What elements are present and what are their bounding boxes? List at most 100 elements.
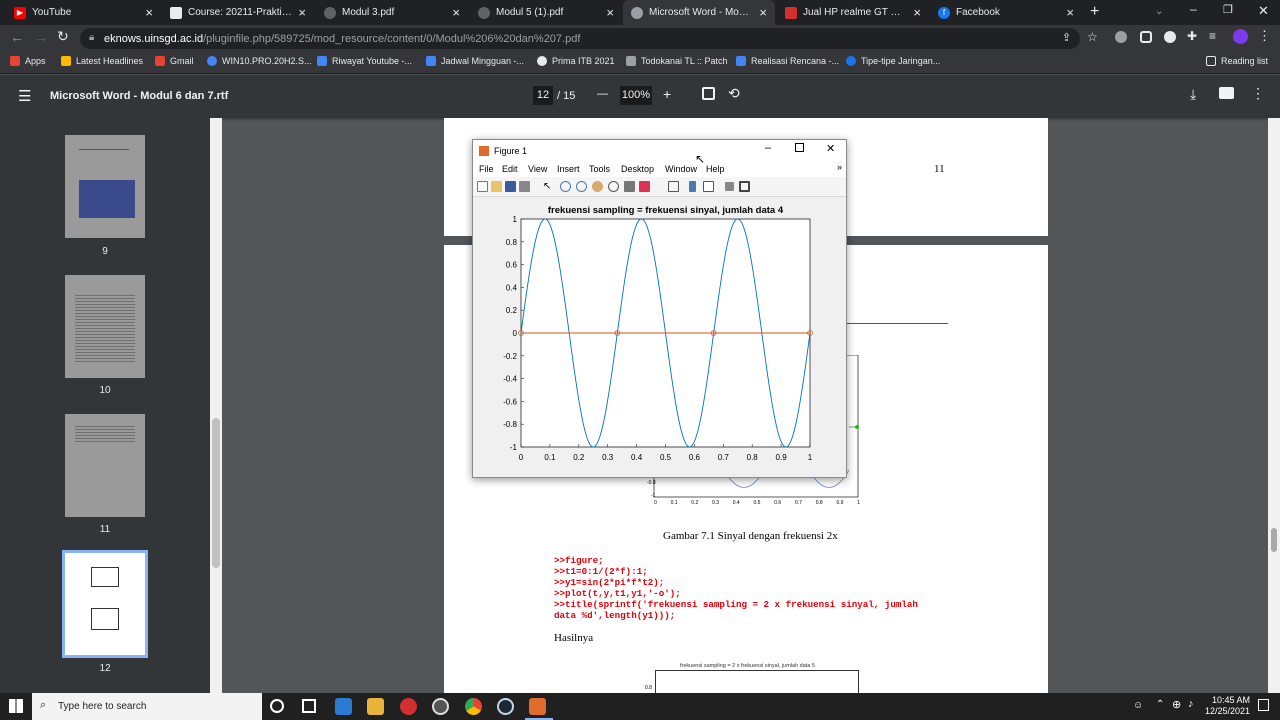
reload-icon[interactable]: ↻	[57, 28, 69, 45]
tab-modul5[interactable]: Modul 5 (1).pdf ×	[470, 0, 622, 25]
print-icon[interactable]	[1219, 87, 1234, 99]
bookmark-riwayat[interactable]: Riwayat Youtube -...	[317, 56, 412, 66]
close-window-icon[interactable]: ✕	[1258, 3, 1269, 19]
tab-facebook[interactable]: f Facebook ×	[930, 0, 1082, 25]
volume-icon[interactable]: ♪	[1188, 698, 1194, 710]
page-number-input[interactable]: 12	[533, 86, 553, 105]
sidebar-menu-icon[interactable]: ☰	[18, 87, 31, 105]
tab-youtube[interactable]: ▶ YouTube ×	[6, 0, 161, 25]
menu-file[interactable]: File	[479, 164, 494, 174]
close-tab-icon[interactable]: ×	[298, 5, 306, 20]
windows-start-icon[interactable]	[9, 699, 23, 713]
app-icon[interactable]	[432, 698, 449, 715]
menu-desktop[interactable]: Desktop	[621, 164, 654, 174]
bookmark-todokanai[interactable]: Todokanai TL :: Patch	[626, 56, 728, 66]
bookmark-realisasi[interactable]: Realisasi Rencana -...	[736, 56, 839, 66]
rotate-icon[interactable]: ⟲	[728, 85, 740, 102]
bookmark-jadwal[interactable]: Jadwal Mingguan -...	[426, 56, 524, 66]
figure-axes[interactable]: frekuensi sampling = frekuensi sinyal, j…	[473, 198, 846, 477]
menu-overflow-icon[interactable]: »	[837, 162, 842, 172]
bookmark-headlines[interactable]: Latest Headlines	[61, 56, 143, 66]
file-explorer-icon[interactable]	[367, 698, 384, 715]
menu-help[interactable]: Help	[706, 164, 725, 174]
cortana-icon[interactable]	[270, 699, 284, 713]
extension-icon[interactable]	[1164, 31, 1176, 43]
reading-list-button[interactable]: Reading list	[1206, 56, 1268, 66]
close-tab-icon[interactable]: ×	[759, 5, 767, 20]
playlist-icon[interactable]: ≡	[1209, 29, 1216, 43]
menu-insert[interactable]: Insert	[557, 164, 580, 174]
chrome-icon[interactable]	[465, 698, 482, 715]
bookmark-prima[interactable]: Prima ITB 2021	[537, 56, 615, 66]
colorbar-icon[interactable]	[689, 181, 696, 192]
print-icon[interactable]	[519, 181, 530, 192]
more-options-icon[interactable]: ⋮	[1251, 85, 1265, 102]
page-thumbnail-12-selected[interactable]	[62, 550, 148, 658]
zoom-input[interactable]: 100%	[620, 86, 652, 105]
pan-icon[interactable]	[592, 181, 603, 192]
open-icon[interactable]	[491, 181, 502, 192]
close-tab-icon[interactable]: ×	[1066, 5, 1074, 20]
main-scrollbar[interactable]	[1268, 118, 1280, 693]
maximize-icon[interactable]	[795, 143, 804, 152]
zoom-out-icon[interactable]	[576, 181, 587, 192]
close-tab-icon[interactable]: ×	[452, 5, 460, 20]
data-cursor-icon[interactable]	[624, 181, 635, 192]
zoom-in-icon[interactable]	[560, 181, 571, 192]
legend-icon[interactable]	[703, 181, 714, 192]
forward-icon[interactable]: →	[34, 29, 48, 45]
taskbar-search[interactable]: ⌕ Type here to search	[32, 693, 262, 720]
scrollbar-thumb[interactable]	[212, 418, 220, 568]
bookmark-win10[interactable]: WIN10.PRO.20H2.S...	[207, 56, 312, 66]
minimize-icon[interactable]: –	[765, 142, 771, 154]
sidebar-scrollbar[interactable]	[210, 118, 222, 693]
extension-icon[interactable]	[1115, 31, 1127, 43]
tab-modul3[interactable]: Modul 3.pdf ×	[316, 0, 468, 25]
bookmark-gmail[interactable]: Gmail	[155, 56, 194, 66]
close-tab-icon[interactable]: ×	[145, 5, 153, 20]
bookmark-star-icon[interactable]: ☆	[1087, 30, 1098, 44]
close-tab-icon[interactable]: ×	[913, 5, 921, 20]
steam-icon[interactable]	[497, 698, 514, 715]
menu-edit[interactable]: Edit	[502, 164, 518, 174]
zoom-out-button[interactable]: —	[597, 88, 608, 100]
menu-window[interactable]: Window	[665, 164, 697, 174]
menu-tools[interactable]: Tools	[589, 164, 610, 174]
notifications-icon[interactable]	[1258, 699, 1269, 711]
back-icon[interactable]: ←	[10, 29, 24, 45]
save-icon[interactable]	[505, 181, 516, 192]
hide-plot-tools-icon[interactable]	[725, 182, 734, 191]
download-icon[interactable]: ⤓	[1190, 86, 1196, 103]
scrollbar-thumb[interactable]	[1271, 528, 1277, 552]
tab-search-icon[interactable]: ⌄	[1155, 6, 1163, 17]
new-figure-icon[interactable]	[477, 181, 488, 192]
opera-icon[interactable]	[400, 698, 417, 715]
task-view-icon[interactable]	[302, 699, 316, 713]
page-thumbnail-9[interactable]	[65, 135, 145, 238]
close-tab-icon[interactable]: ×	[606, 5, 614, 20]
brush-icon[interactable]	[639, 181, 650, 192]
show-plot-tools-icon[interactable]	[739, 181, 750, 192]
avatar[interactable]	[1233, 29, 1248, 44]
extension-icon[interactable]	[1140, 31, 1152, 43]
chevron-up-icon[interactable]: ⌃	[1156, 699, 1164, 710]
figure-window[interactable]: Figure 1 – ✕ File Edit View Insert Tools…	[472, 139, 847, 478]
figure-titlebar[interactable]: Figure 1 – ✕	[473, 140, 846, 161]
minimize-icon[interactable]: –	[1190, 2, 1197, 16]
address-bar[interactable]: 🔒︎ eknows.uinsgd.ac.id/pluginfile.php/58…	[80, 28, 1080, 49]
tab-realme[interactable]: Jual HP realme GT Master ×	[777, 0, 929, 25]
bookmark-apps[interactable]: Apps	[10, 56, 46, 66]
page-thumbnail-10[interactable]	[65, 275, 145, 378]
pointer-icon[interactable]: ↖	[543, 181, 554, 192]
menu-dots-icon[interactable]: ⋮	[1258, 28, 1271, 44]
fit-page-icon[interactable]	[702, 87, 715, 100]
people-icon[interactable]: ☺	[1133, 700, 1143, 711]
share-icon[interactable]: ⇪	[1062, 31, 1071, 44]
rotate-3d-icon[interactable]	[608, 181, 619, 192]
new-tab-button[interactable]: +	[1090, 3, 1099, 21]
vscode-icon[interactable]	[335, 698, 352, 715]
tab-modul6-active[interactable]: Microsoft Word - Modul 6 ×	[623, 0, 775, 25]
network-icon[interactable]: ⊕	[1172, 698, 1181, 711]
puzzle-icon[interactable]: ✚	[1187, 29, 1197, 43]
menu-view[interactable]: View	[528, 164, 547, 174]
